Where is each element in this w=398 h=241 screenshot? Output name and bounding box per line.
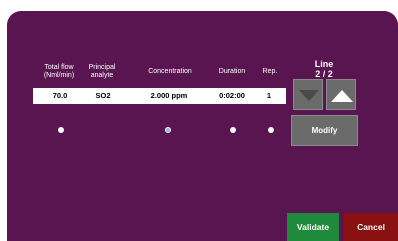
cell-total-flow: 70.0 (52, 91, 68, 100)
radio-rep[interactable] (268, 127, 274, 133)
previous-line-button[interactable] (293, 79, 323, 110)
validate-button[interactable]: Validate (287, 213, 339, 241)
cell-duration: 0:02:00 (219, 91, 245, 100)
line-counter: 2 / 2 (315, 69, 333, 79)
cancel-button[interactable]: Cancel (344, 213, 398, 241)
header-total-flow-line2: (Nml/min) (43, 72, 75, 79)
header-rep: Rep. (262, 68, 278, 75)
radio-total-flow[interactable] (58, 127, 64, 133)
cell-rep: 1 (266, 91, 272, 100)
header-concentration: Concentration (148, 68, 192, 75)
header-duration: Duration (218, 68, 246, 75)
arrow-up-icon (331, 90, 353, 102)
header-total-flow-line1: Total flow (44, 64, 74, 71)
radio-concentration[interactable] (165, 127, 171, 133)
line-indicator: Line 2 / 2 (291, 59, 357, 79)
next-line-button[interactable] (326, 79, 356, 110)
line-title: Line (314, 59, 334, 69)
modify-button[interactable]: Modify (291, 115, 358, 146)
radio-duration[interactable] (230, 127, 236, 133)
cell-concentration: 2.000 ppm (150, 91, 188, 100)
table-row[interactable]: 70.0 SO2 2.000 ppm 0:02:00 1 (33, 88, 286, 104)
header-analyte-line2: analyte (90, 72, 114, 79)
header-analyte: Principal analyte (84, 64, 120, 80)
header-analyte-line1: Principal (88, 64, 116, 71)
header-total-flow: Total flow (Nml/min) (38, 64, 80, 80)
arrow-down-icon (299, 90, 319, 101)
cell-analyte: SO2 (95, 91, 111, 100)
